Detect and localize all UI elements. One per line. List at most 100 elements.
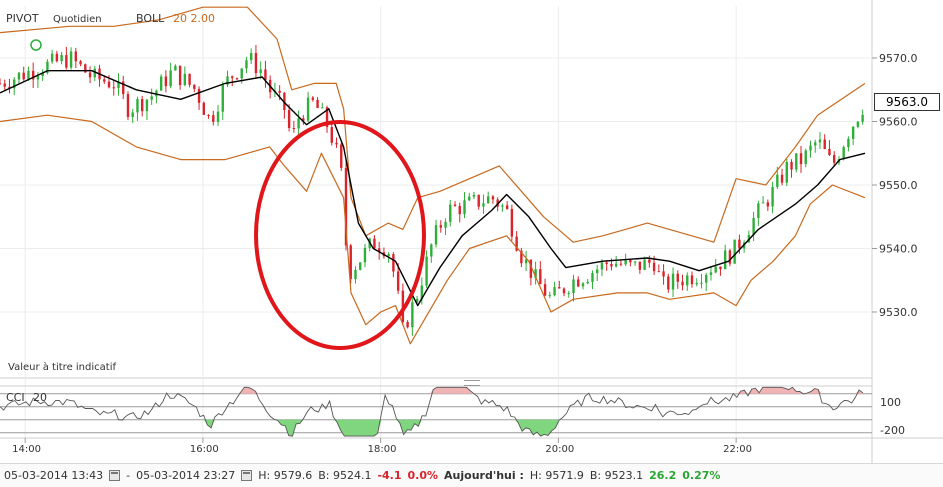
candle-body: [828, 148, 831, 156]
candle-body: [387, 254, 390, 257]
candle-body: [188, 73, 191, 85]
range-start-date[interactable]: 05-03-2014 13:43: [4, 469, 103, 482]
candle-body: [539, 269, 542, 285]
candle-body: [17, 72, 21, 80]
y-tick-label: 9550.0: [879, 179, 918, 192]
calendar-icon[interactable]: [109, 470, 121, 481]
calendar-icon[interactable]: [241, 470, 253, 481]
candle-body: [392, 254, 395, 272]
candle-body: [752, 217, 755, 235]
candle-body: [103, 79, 106, 82]
candle-body: [842, 147, 845, 160]
candle-body: [643, 259, 646, 270]
candle-body: [501, 205, 504, 207]
candle-body: [411, 302, 414, 328]
candle-body: [292, 128, 296, 130]
y-tick-label: 9530.0: [879, 306, 918, 319]
candle-body: [202, 102, 206, 115]
chart-canvas[interactable]: 9530.0 9540.0 9550.0 9560.0 9570.0 14:00 16:0…: [0, 0, 943, 463]
x-tick-label: 20:00: [545, 444, 574, 455]
candle-body: [785, 161, 788, 183]
candle-body: [790, 161, 793, 170]
x-tick-label: 22:00: [723, 444, 752, 455]
y-tick-label: 9540.0: [879, 243, 918, 256]
candle-body: [776, 174, 779, 187]
candle-body: [572, 279, 575, 294]
candle-body: [330, 127, 333, 143]
candle-body: [112, 87, 115, 89]
candle-body: [468, 196, 471, 201]
candle-body: [3, 83, 6, 87]
candle-body: [169, 70, 172, 87]
cci-level-minus200: -200: [880, 424, 905, 437]
candle-body: [676, 273, 679, 282]
candle-body: [250, 53, 253, 61]
candle-body: [145, 99, 149, 112]
candle-body: [832, 155, 836, 163]
candle-body: [681, 281, 684, 286]
candle-body: [795, 153, 798, 170]
candle-body: [667, 276, 670, 290]
y-tick-label: 9560.0: [879, 116, 918, 129]
range-end-date[interactable]: 05-03-2014 23:27: [136, 469, 235, 482]
period-high: H: 9579.6: [258, 469, 313, 482]
candle-body: [524, 259, 528, 264]
candle-body: [297, 118, 300, 129]
candle-body: [671, 273, 675, 290]
candle-body: [36, 76, 40, 80]
today-change-pct: 0.27%: [682, 469, 721, 482]
x-tick-label: 16:00: [190, 444, 219, 455]
panel-splitter-handle[interactable]: [464, 380, 480, 386]
symbol-label: PIVOT: [6, 12, 39, 25]
candle-body: [131, 112, 134, 117]
candle-body: [396, 271, 400, 291]
candle-body: [363, 247, 367, 263]
candle-body: [373, 238, 376, 249]
candle-body: [60, 55, 63, 62]
candle-body: [686, 275, 689, 286]
candle-body: [207, 114, 210, 116]
candle-body: [278, 90, 281, 93]
candle-body: [614, 263, 618, 267]
candle-body: [633, 261, 637, 263]
candle-body: [463, 200, 466, 215]
candle-body: [359, 262, 362, 270]
candle-body: [212, 115, 215, 122]
candle-body: [65, 55, 68, 68]
x-tick-label: 18:00: [368, 444, 397, 455]
indicator-label[interactable]: BOLL: [136, 12, 165, 25]
candle-body: [652, 262, 656, 272]
cci-label[interactable]: CCI: [6, 391, 25, 404]
candle-body: [183, 73, 187, 86]
today-high: H: 9571.9: [529, 469, 584, 482]
candle-body: [700, 282, 703, 284]
candle-body: [851, 126, 855, 139]
candle-body: [818, 139, 822, 143]
candle-body: [856, 121, 860, 127]
period-label: Quotidien: [53, 14, 102, 25]
status-bar: 05-03-2014 13:43 - 05-03-2014 23:27 H: 9…: [0, 463, 943, 487]
candle-body: [136, 99, 139, 113]
today-change: 26.2: [649, 469, 677, 482]
candle-body: [311, 97, 315, 100]
candle-body: [27, 70, 30, 80]
candle-body: [861, 114, 864, 122]
candle-body: [477, 194, 480, 207]
candle-body: [847, 138, 850, 148]
candle-body: [491, 196, 495, 200]
candle-body: [126, 94, 130, 117]
candle-body: [231, 76, 234, 79]
candle-body: [434, 225, 438, 245]
candle-body: [486, 196, 490, 204]
candle-body: [245, 60, 248, 69]
candle-body: [197, 88, 201, 103]
candle-body: [254, 53, 258, 74]
candle-body: [548, 295, 552, 297]
candle-body: [766, 202, 770, 207]
candle-body: [449, 204, 452, 222]
candle-body: [321, 107, 324, 109]
candle-body: [444, 221, 447, 228]
candle-body: [714, 266, 717, 273]
candle-body: [733, 239, 736, 264]
candle-body: [761, 202, 765, 204]
